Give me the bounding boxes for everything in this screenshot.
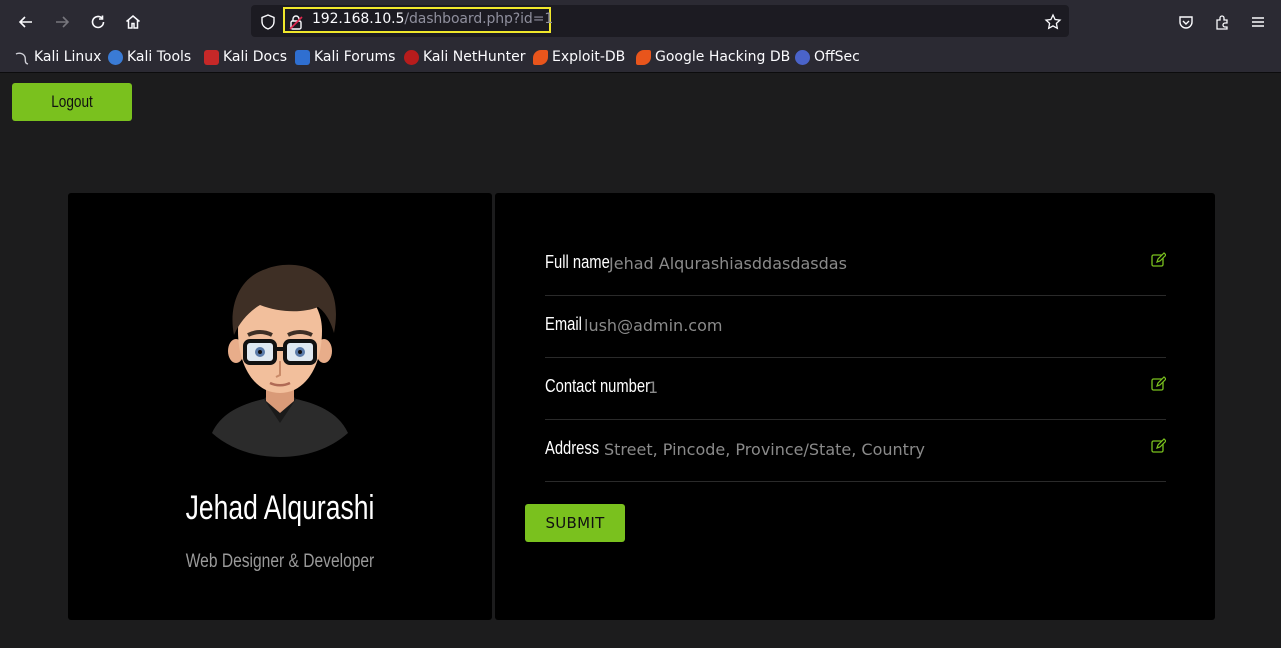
logout-label: Logout	[51, 92, 93, 111]
url-host: 192.168.10.5	[312, 11, 405, 27]
profile-form-card: Full name Jehad Alqurashiasddasdasdas Em…	[495, 193, 1215, 620]
bookmark-kali-nethunter[interactable]: Kali NetHunter	[404, 48, 525, 66]
bookmark-label: Google Hacking DB	[655, 49, 791, 65]
field-label: Address	[545, 438, 600, 458]
browser-toolbar: 192.168.10.5/dashboard.php?id=1	[0, 0, 1281, 42]
extensions-icon[interactable]	[1209, 9, 1235, 35]
bookmark-exploit-db[interactable]: Exploit-DB	[533, 48, 625, 66]
bookmark-label: OffSec	[814, 49, 860, 65]
bookmark-label: Kali Tools	[127, 49, 192, 65]
avatar	[212, 261, 348, 457]
submit-button[interactable]: SUBMIT	[525, 504, 625, 542]
field-row-address: Address Street, Pincode, Province/State,…	[545, 419, 1167, 482]
bookmark-offsec[interactable]: OffSec	[795, 48, 860, 66]
bookmark-label: Kali Docs	[223, 49, 288, 65]
kali-dragon-icon	[15, 50, 30, 65]
exploit-db-icon	[533, 49, 548, 65]
edit-icon[interactable]	[1151, 252, 1167, 267]
field-row-email: Email lush@admin.com	[545, 295, 1166, 358]
edit-icon[interactable]	[1151, 376, 1167, 391]
field-label: Email	[545, 314, 582, 334]
address-placeholder[interactable]: Street, Pincode, Province/State, Country	[604, 440, 925, 459]
offsec-icon	[795, 49, 810, 65]
url-path: /dashboard.php?id=1	[404, 11, 554, 27]
forward-icon[interactable]	[49, 9, 75, 35]
kali-docs-icon	[204, 49, 219, 65]
page-content: Logout Jehad Alqurashi Web Designer & De…	[0, 73, 1281, 648]
submit-label: SUBMIT	[545, 514, 605, 532]
ghdb-icon	[636, 49, 651, 65]
contact-number-value: 1	[648, 378, 659, 397]
bookmark-google-hacking-db[interactable]: Google Hacking DB	[636, 48, 790, 66]
field-label: Contact number	[545, 376, 651, 396]
full-name-value: Jehad Alqurashiasddasdasdas	[609, 254, 847, 273]
bookmark-kali-linux[interactable]: Kali Linux	[15, 48, 101, 66]
bookmark-label: Kali Linux	[34, 49, 102, 65]
profile-card: Jehad Alqurashi Web Designer & Developer	[68, 193, 492, 620]
bookmarks-toolbar: Kali Linux Kali Tools Kali Docs Kali For…	[0, 42, 1281, 73]
edit-icon[interactable]	[1151, 438, 1167, 453]
back-icon[interactable]	[13, 9, 39, 35]
field-row-full-name: Full name Jehad Alqurashiasddasdasdas	[545, 233, 1167, 296]
profile-name: Jehad Alqurashi	[185, 489, 375, 527]
nethunter-icon	[404, 49, 419, 65]
pocket-icon[interactable]	[1173, 9, 1199, 35]
logout-button[interactable]: Logout	[12, 83, 132, 121]
bookmark-kali-forums[interactable]: Kali Forums	[295, 48, 395, 66]
shield-icon[interactable]	[255, 9, 281, 35]
email-value: lush@admin.com	[584, 316, 723, 335]
bookmark-label: Kali Forums	[314, 49, 396, 65]
bookmark-label: Exploit-DB	[552, 49, 626, 65]
profile-role: Web Designer & Developer	[185, 551, 375, 572]
bookmark-label: Kali NetHunter	[423, 49, 526, 65]
kali-forums-icon	[295, 49, 310, 65]
reload-icon[interactable]	[85, 9, 111, 35]
insecure-lock-icon[interactable]	[283, 9, 309, 35]
bookmark-kali-docs[interactable]: Kali Docs	[204, 48, 287, 66]
field-row-contact-number: Contact number 1	[545, 357, 1167, 420]
field-label: Full name	[545, 252, 610, 272]
menu-icon[interactable]	[1245, 9, 1271, 35]
home-icon[interactable]	[120, 9, 146, 35]
bookmark-star-icon[interactable]	[1040, 9, 1066, 35]
bookmark-kali-tools[interactable]: Kali Tools	[108, 48, 191, 66]
kali-tools-icon	[108, 49, 123, 65]
url-text[interactable]: 192.168.10.5/dashboard.php?id=1	[312, 11, 553, 27]
